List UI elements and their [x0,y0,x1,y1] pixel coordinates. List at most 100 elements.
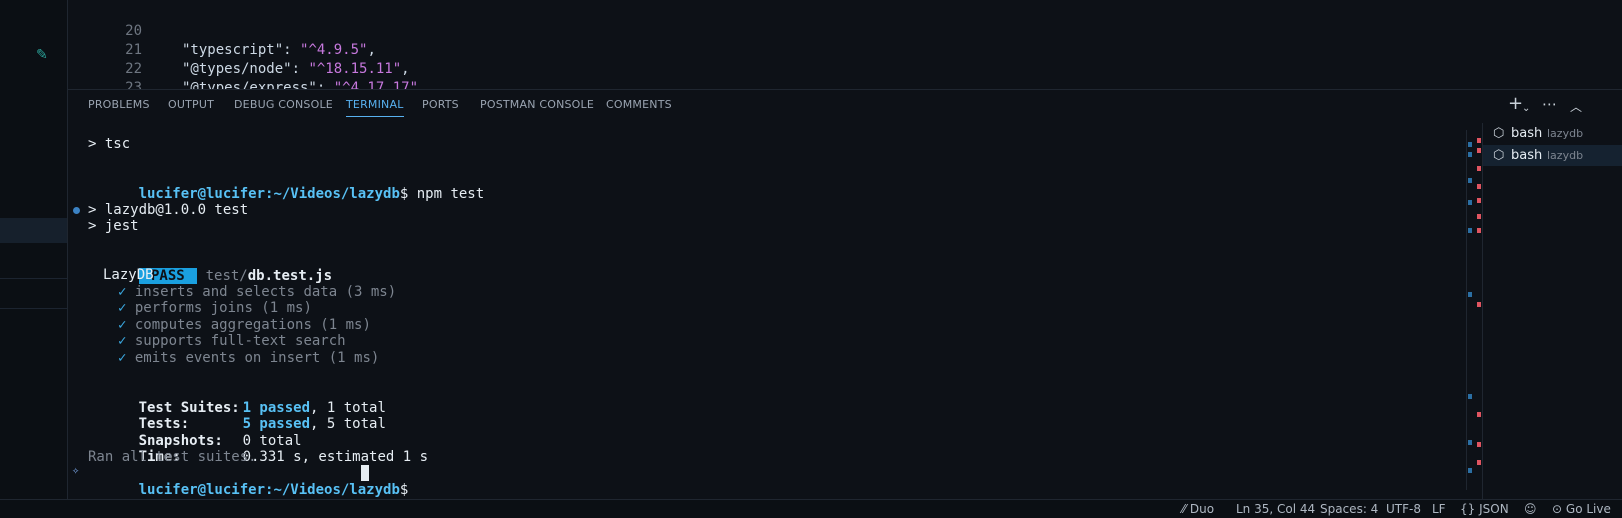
prompt-command: npm test [416,186,485,202]
test-case: ✓ supports full-text search [118,333,346,350]
theme-status[interactable]: ⁄⁄ Duo [1182,500,1214,518]
sidebar-divider [0,308,67,309]
go-live-label: Go Live [1565,502,1611,516]
terminal-line: > jest [88,218,139,234]
minimap-marker [1468,468,1472,473]
minimap-marker [1477,166,1481,171]
tab-problems[interactable]: PROBLEMS [88,90,150,123]
panel-tabs: PROBLEMS OUTPUT DEBUG CONSOLE TERMINAL P… [68,90,1622,123]
go-live-button[interactable]: ⊙ Go Live [1552,500,1611,518]
tab-debug-console[interactable]: DEBUG CONSOLE [234,90,333,123]
sidebar-selected-row[interactable] [0,218,67,243]
chevron-down-icon[interactable]: ⌄ [1522,100,1530,118]
tab-terminal[interactable]: TERMINAL [346,90,404,123]
language-mode[interactable]: {} JSON [1460,500,1509,518]
minimap-marker [1477,138,1481,143]
terminal-prompt-line: lucifer@lucifer:~/Videos/lazydb$ [88,465,417,498]
terminal-instance[interactable]: ⬡ bash lazydb [1483,145,1622,166]
tab-output[interactable]: OUTPUT [168,90,214,123]
theme-icon: ⁄⁄ [1182,502,1187,516]
tab-comments[interactable]: COMMENTS [606,90,672,123]
minimap-marker [1477,198,1481,203]
encoding[interactable]: UTF-8 [1386,500,1421,518]
prompt-suffix: $ [399,482,417,498]
code-line: 24 "files": [ [68,79,1622,89]
summary-total: , 5 total [310,416,386,432]
suite-name: LazyDB [103,267,154,283]
code-editor[interactable]: 20 "typescript": "^4.9.5", 21 "@types/no… [68,0,1622,89]
indentation[interactable]: Spaces: 4 [1320,500,1378,518]
minimap-marker [1468,142,1472,147]
terminal-line: > lazydb@1.0.0 test [88,202,249,218]
check-icon: ✓ [118,284,127,300]
code-line: 21 "@types/node": "^18.15.11", [68,22,1622,77]
minimap-marker [1477,214,1481,219]
edit-pencil-icon[interactable]: ✎ [36,48,50,62]
terminal-instance-name: bash [1511,126,1543,141]
terminal-prompt-line: lucifer@lucifer:~/Videos/lazydb$ npm tes… [88,169,485,202]
terminal-instance-list: ⬡ bash lazydb ⬡ bash lazydb [1482,123,1622,500]
minimap-marker [1468,440,1472,445]
prompt-user: lucifer@lucifer [138,186,266,202]
summary-time: Time: 0.331 s, estimated 1 s [88,432,428,465]
terminal-output[interactable]: > tsc lucifer@lucifer:~/Videos/lazydb$ n… [68,123,1520,500]
summary-tests: Tests: 5 passed, 5 total [88,399,386,432]
test-case-label: computes aggregations (1 ms) [134,317,371,333]
code-line: 22 "@types/express": "^4.17.17" [68,41,1622,89]
maximize-panel-icon[interactable]: ︿ [1570,98,1582,116]
more-actions-icon[interactable]: ⋯ [1542,95,1557,113]
minimap-marker [1477,442,1481,447]
test-case-label: supports full-text search [134,333,346,349]
test-case: ✓ performs joins (1 ms) [118,300,312,317]
check-icon: ✓ [118,333,127,349]
minimap-marker [1477,412,1481,417]
prompt-user: lucifer@lucifer [138,482,266,498]
terminal-instance-name: bash [1511,148,1543,163]
test-file: db.test.js [247,268,333,284]
language-label: JSON [1479,502,1509,516]
sidebar-divider [0,278,67,279]
copilot-icon[interactable]: ☺ [1524,500,1537,518]
minimap-marker [1477,228,1481,233]
tab-ports[interactable]: PORTS [422,90,459,123]
bottom-panel: PROBLEMS OUTPUT DEBUG CONSOLE TERMINAL P… [68,89,1622,500]
end-of-line[interactable]: LF [1432,500,1446,518]
terminal-instance[interactable]: ⬡ bash lazydb [1483,123,1622,144]
cursor-position[interactable]: Ln 35, Col 44 [1236,500,1315,518]
test-file-result: PASS test/db.test.js [88,251,332,284]
minimap-marker [1468,152,1472,157]
minimap-marker [1468,292,1472,297]
minimap-marker [1468,200,1472,205]
new-terminal-plus-icon[interactable]: + [1508,95,1523,113]
sidebar-strip: ✎ [0,0,68,500]
test-case: ✓ emits events on insert (1 ms) [118,350,379,367]
minimap-marker [1468,178,1472,183]
test-case: ✓ inserts and selects data (3 ms) [118,284,396,301]
minimap-marker [1477,302,1481,307]
minimap-marker [1477,148,1481,153]
minimap-marker [1477,460,1481,465]
tab-postman-console[interactable]: POSTMAN CONSOLE [480,90,594,123]
sparkle-icon[interactable]: ✧ [72,463,79,477]
terminal-cursor [361,465,369,481]
summary-snapshots: Snapshots: 0 total [88,416,302,449]
test-case-label: performs joins (1 ms) [134,300,312,316]
status-bar: ⁄⁄ Duo Ln 35, Col 44 Spaces: 4 UTF-8 LF … [0,499,1622,518]
prompt-suffix: $ [399,186,417,202]
theme-label: Duo [1189,502,1215,516]
summary-suites: Test Suites: 1 passed, 1 total [88,383,386,416]
test-case-label: inserts and selects data (3 ms) [134,284,397,300]
prompt-path: :~/Videos/lazydb [265,186,400,202]
check-icon: ✓ [118,317,127,333]
braces-icon: {} [1460,502,1476,516]
summary-value: 0.331 s, estimated 1 s [242,449,429,465]
minimap-marker [1468,228,1472,233]
terminal-line: > tsc [88,136,131,152]
check-icon: ✓ [118,300,127,316]
prompt-path: :~/Videos/lazydb [265,482,400,498]
terminal-instance-desc: lazydb [1547,149,1584,162]
terminal-cube-icon: ⬡ [1493,126,1505,141]
terminal-scrollbar[interactable] [1466,130,1482,490]
minimap-marker [1477,184,1481,189]
command-status-dot-icon[interactable] [73,207,80,214]
